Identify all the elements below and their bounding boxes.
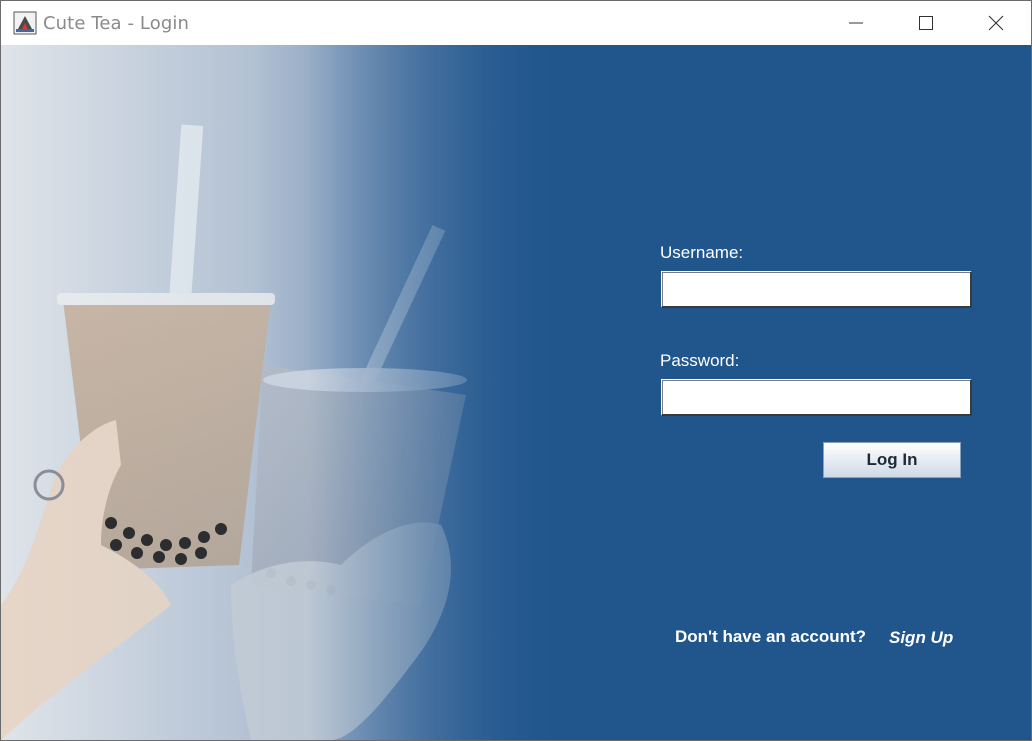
window-title: Cute Tea - Login (43, 13, 189, 34)
close-icon (988, 15, 1004, 31)
login-window: Cute Tea - Login Username: Password: Log… (0, 0, 1032, 741)
minimize-button[interactable] (821, 1, 891, 45)
maximize-icon (919, 16, 933, 30)
signup-link[interactable]: Sign Up (889, 628, 953, 648)
maximize-button[interactable] (891, 1, 961, 45)
login-button[interactable]: Log In (823, 442, 961, 478)
username-label: Username: (660, 243, 744, 262)
password-input[interactable] (661, 379, 972, 416)
title-bar[interactable]: Cute Tea - Login (1, 1, 1031, 45)
bubble-tea-photo (1, 45, 561, 740)
java-app-icon (13, 11, 37, 35)
minimize-icon (849, 22, 863, 24)
close-button[interactable] (961, 1, 1031, 45)
username-input[interactable] (661, 271, 972, 308)
login-panel: Username: Password: Log In Don't have an… (1, 45, 1031, 740)
signup-prompt: Don't have an account? (675, 627, 867, 646)
password-label: Password: (660, 351, 740, 370)
